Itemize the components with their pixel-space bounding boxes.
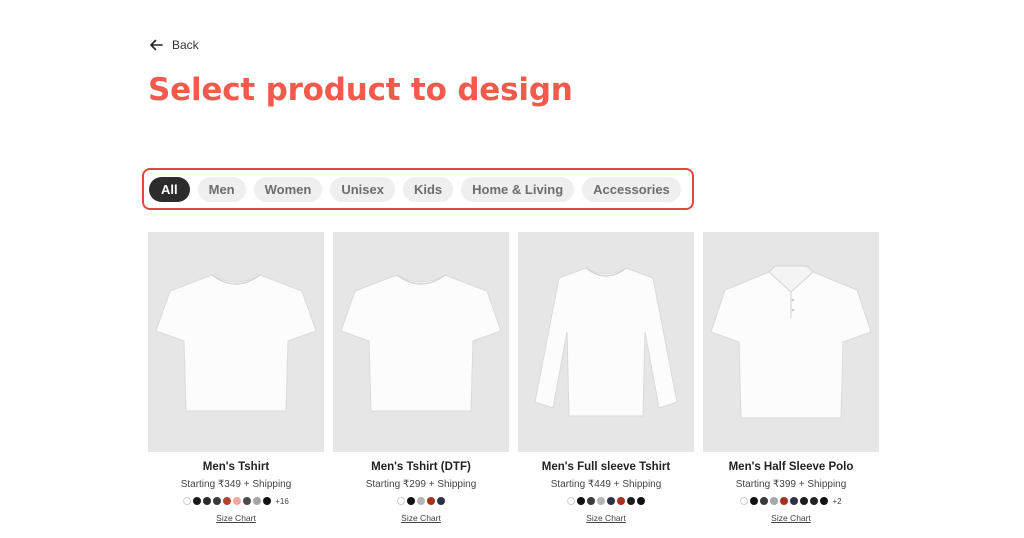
color-swatch[interactable] (203, 497, 212, 505)
product-image[interactable] (148, 232, 324, 452)
color-swatch[interactable] (183, 497, 192, 505)
color-swatches: +2 (740, 496, 842, 506)
polo-shirt-icon (707, 262, 875, 422)
filter-women[interactable]: Women (253, 176, 323, 202)
page-title: Select product to design (148, 72, 573, 108)
color-swatch[interactable] (213, 497, 222, 505)
product-card[interactable]: Men's Full sleeve Tshirt Starting ₹449 + … (518, 232, 694, 523)
color-swatch[interactable] (820, 497, 829, 505)
product-card[interactable]: Men's Half Sleeve Polo Starting ₹399 + Sh… (703, 232, 879, 523)
color-swatch[interactable] (597, 497, 605, 505)
product-card[interactable]: Men's Tshirt (DTF) Starting ₹299 + Shippi… (333, 232, 509, 523)
more-colors-count: +2 (832, 496, 842, 506)
color-swatch[interactable] (627, 497, 635, 505)
filter-kids[interactable]: Kids (402, 176, 454, 202)
more-colors-count: +16 (275, 496, 289, 506)
product-price: Starting ₹449 + Shipping (550, 479, 662, 490)
back-label: Back (172, 38, 199, 52)
color-swatch[interactable] (577, 497, 585, 505)
product-price: Starting ₹349 + Shipping (180, 479, 292, 490)
color-swatches: +16 (183, 496, 289, 506)
color-swatch[interactable] (263, 497, 272, 505)
long-sleeve-tshirt-icon (531, 262, 681, 422)
filter-men[interactable]: Men (197, 176, 246, 202)
color-swatch[interactable] (770, 497, 779, 505)
color-swatch[interactable] (637, 497, 645, 505)
color-swatch[interactable] (740, 497, 749, 505)
color-swatch[interactable] (397, 497, 405, 505)
color-swatch[interactable] (223, 497, 232, 505)
product-price: Starting ₹399 + Shipping (735, 479, 847, 490)
size-chart-link[interactable]: Size Chart (216, 513, 256, 523)
product-image[interactable] (703, 232, 879, 452)
product-name: Men's Tshirt (DTF) (371, 461, 471, 473)
product-grid: Men's Tshirt Starting ₹349 + Shipping +16 S… (148, 232, 879, 523)
product-image[interactable] (518, 232, 694, 452)
filter-home-living[interactable]: Home & Living (461, 176, 575, 202)
color-swatch[interactable] (790, 497, 799, 505)
product-name: Men's Full sleeve Tshirt (541, 461, 671, 473)
filter-unisex[interactable]: Unisex (330, 176, 395, 202)
color-swatch[interactable] (760, 497, 769, 505)
color-swatch[interactable] (567, 497, 575, 505)
color-swatch[interactable] (437, 497, 445, 505)
size-chart-link[interactable]: Size Chart (401, 513, 441, 523)
size-chart-link[interactable]: Size Chart (771, 513, 811, 523)
color-swatch[interactable] (253, 497, 262, 505)
tshirt-icon (337, 267, 505, 417)
color-swatch[interactable] (243, 497, 252, 505)
color-swatch[interactable] (407, 497, 415, 505)
color-swatch[interactable] (800, 497, 809, 505)
color-swatch[interactable] (193, 497, 202, 505)
back-button[interactable]: Back (149, 38, 199, 52)
color-swatch[interactable] (427, 497, 435, 505)
product-card[interactable]: Men's Tshirt Starting ₹349 + Shipping +16 S… (148, 232, 324, 523)
color-swatch[interactable] (750, 497, 759, 505)
product-name: Men's Half Sleeve Polo (728, 461, 854, 473)
product-name: Men's Tshirt (202, 461, 270, 473)
product-image[interactable] (333, 232, 509, 452)
product-price: Starting ₹299 + Shipping (365, 479, 477, 490)
color-swatch[interactable] (617, 497, 625, 505)
color-swatches (567, 496, 645, 506)
filter-all[interactable]: All (149, 176, 190, 202)
color-swatches (397, 496, 445, 506)
color-swatch[interactable] (233, 497, 242, 505)
arrow-left-icon (150, 39, 163, 51)
color-swatch[interactable] (810, 497, 819, 505)
tshirt-icon (152, 267, 320, 417)
color-swatch[interactable] (780, 497, 789, 505)
category-filter-bar: All Men Women Unisex Kids Home & Living Access… (142, 168, 694, 210)
filter-accessories[interactable]: Accessories (582, 176, 681, 202)
color-swatch[interactable] (587, 497, 595, 505)
color-swatch[interactable] (417, 497, 425, 505)
color-swatch[interactable] (607, 497, 615, 505)
size-chart-link[interactable]: Size Chart (586, 513, 626, 523)
